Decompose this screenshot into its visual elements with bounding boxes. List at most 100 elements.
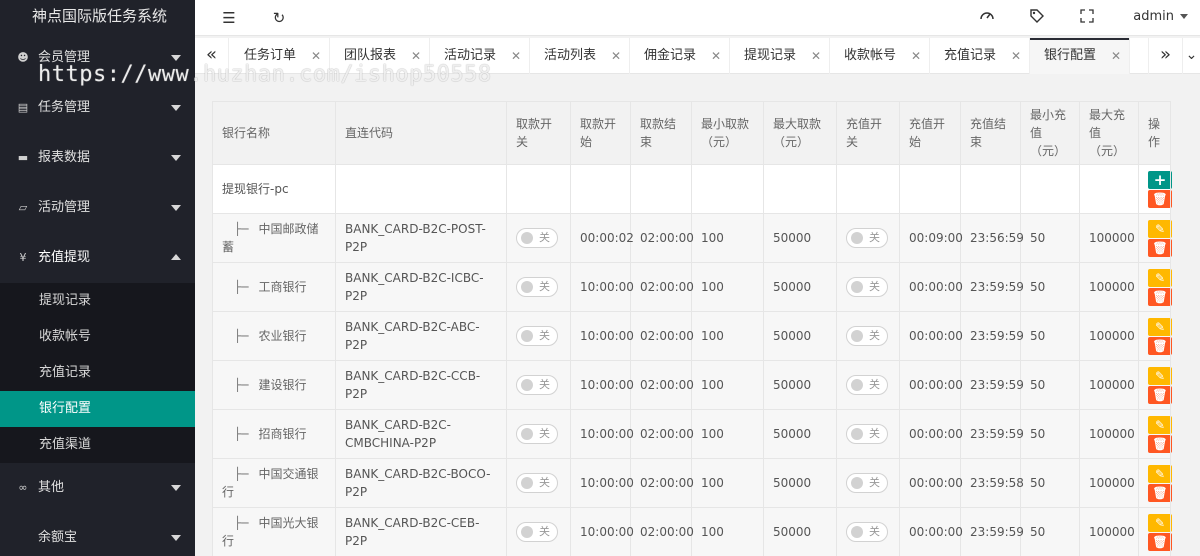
withdraw-end: 02:00:00 bbox=[630, 262, 694, 312]
delete-button[interactable]: 🗑 bbox=[1148, 385, 1172, 404]
actions-cell: ✎ 🗑 bbox=[1138, 213, 1172, 263]
table-row: ├─ 中国光大银行 BANK_CARD-B2C-CEB-P2P 关 10:00:00 02… bbox=[212, 507, 1172, 556]
withdraw-toggle[interactable]: 关 bbox=[516, 522, 558, 542]
tab-bank-config[interactable]: 银行配置 ✕ bbox=[1030, 38, 1130, 74]
toggle-label: 关 bbox=[869, 378, 880, 391]
chevron-down-icon bbox=[171, 535, 181, 541]
bank-name-cell: ├─ 中国邮政储蓄 bbox=[212, 213, 336, 263]
column-header: 充值开关 bbox=[836, 101, 900, 165]
sidebar-subitem-bank-config[interactable]: 银行配置 bbox=[0, 391, 195, 427]
close-icon[interactable]: ✕ bbox=[711, 38, 721, 74]
close-icon[interactable]: ✕ bbox=[1011, 38, 1021, 74]
withdraw-toggle[interactable]: 关 bbox=[516, 473, 558, 493]
delete-button[interactable]: 🗑 bbox=[1148, 434, 1172, 453]
chevron-down-icon bbox=[1180, 14, 1188, 19]
refresh-icon[interactable]: ↻ bbox=[269, 8, 289, 28]
recharge-end: 23:59:59 bbox=[960, 507, 1024, 556]
theme-icon[interactable] bbox=[977, 8, 997, 28]
delete-button[interactable]: 🗑 bbox=[1148, 189, 1172, 208]
recharge-min: 50 bbox=[1020, 311, 1080, 361]
toggle-label: 关 bbox=[539, 280, 550, 293]
bank-code: BANK_CARD-B2C-BOCO-P2P bbox=[335, 458, 507, 508]
close-icon[interactable]: ✕ bbox=[811, 38, 821, 74]
edit-button[interactable]: ✎ bbox=[1148, 219, 1172, 238]
edit-button[interactable]: ✎ bbox=[1148, 366, 1172, 385]
recharge-toggle[interactable]: 关 bbox=[846, 375, 888, 395]
withdraw-toggle[interactable]: 关 bbox=[516, 326, 558, 346]
withdraw-toggle[interactable]: 关 bbox=[516, 424, 558, 444]
tab-label: 任务订单 bbox=[244, 48, 297, 63]
tab-label: 活动记录 bbox=[444, 48, 497, 63]
toggle-knob bbox=[521, 526, 533, 538]
sidebar-item-other[interactable]: ∞ 其他 bbox=[0, 463, 195, 513]
tab-scroll-right-icon[interactable]: » bbox=[1148, 38, 1182, 74]
sidebar-item-yuebao[interactable]: 余额宝 bbox=[0, 513, 195, 556]
delete-button[interactable]: 🗑 bbox=[1148, 483, 1172, 502]
withdraw-toggle[interactable]: 关 bbox=[516, 277, 558, 297]
withdraw-switch-cell: 关 bbox=[506, 507, 571, 556]
column-header: 最小取款（元） bbox=[691, 101, 764, 165]
tab-recharge-records[interactable]: 充值记录 ✕ bbox=[930, 38, 1030, 74]
withdraw-toggle[interactable]: 关 bbox=[516, 228, 558, 248]
tab-commission-records[interactable]: 佣金记录 ✕ bbox=[630, 38, 730, 74]
report-icon: ▬ bbox=[17, 151, 29, 164]
add-button[interactable]: + bbox=[1148, 170, 1172, 189]
recharge-toggle[interactable]: 关 bbox=[846, 277, 888, 297]
menu-toggle-icon[interactable]: ☰ bbox=[219, 8, 239, 28]
top-header: ☰ ↻ admin bbox=[195, 0, 1200, 36]
tab-label: 收款帐号 bbox=[844, 48, 897, 63]
close-icon[interactable]: ✕ bbox=[1111, 38, 1121, 74]
delete-button[interactable]: 🗑 bbox=[1148, 336, 1172, 355]
delete-button[interactable]: 🗑 bbox=[1148, 238, 1172, 257]
recharge-toggle[interactable]: 关 bbox=[846, 473, 888, 493]
tab-receiving-accounts[interactable]: 收款帐号 ✕ bbox=[830, 38, 930, 74]
edit-button[interactable]: ✎ bbox=[1148, 513, 1172, 532]
sidebar-subitem-receiving-accounts[interactable]: 收款帐号 bbox=[0, 319, 195, 355]
column-header: 取款开始 bbox=[570, 101, 631, 165]
sidebar-item-activities[interactable]: ▱ 活动管理 bbox=[0, 183, 195, 233]
column-header: 取款结束 bbox=[630, 101, 692, 165]
actions-cell: ✎ 🗑 bbox=[1138, 458, 1172, 508]
tab-activity-list[interactable]: 活动列表 ✕ bbox=[530, 38, 630, 74]
fullscreen-icon[interactable] bbox=[1077, 8, 1097, 28]
tab-label: 银行配置 bbox=[1044, 48, 1097, 63]
actions-cell: ✎ 🗑 bbox=[1138, 311, 1172, 361]
recharge-toggle[interactable]: 关 bbox=[846, 228, 888, 248]
withdraw-toggle[interactable]: 关 bbox=[516, 375, 558, 395]
recharge-toggle[interactable]: 关 bbox=[846, 424, 888, 444]
infinity-icon: ∞ bbox=[18, 481, 28, 494]
close-icon[interactable]: ✕ bbox=[511, 38, 521, 74]
edit-button[interactable]: ✎ bbox=[1148, 464, 1172, 483]
delete-button[interactable]: 🗑 bbox=[1148, 532, 1172, 551]
tree-branch-icon: ├─ bbox=[234, 427, 249, 441]
sidebar-subitem-recharge-records[interactable]: 充值记录 bbox=[0, 355, 195, 391]
bank-code: BANK_CARD-B2C-CCB-P2P bbox=[335, 360, 507, 410]
tree-branch-icon: ├─ bbox=[234, 467, 249, 481]
user-menu[interactable]: admin bbox=[1133, 0, 1188, 34]
tab-more-icon[interactable]: ⌄ bbox=[1182, 38, 1200, 74]
actions-cell: ✎ 🗑 bbox=[1138, 360, 1172, 410]
tag-icon[interactable] bbox=[1027, 8, 1047, 28]
sidebar-subitem-withdraw-records[interactable]: 提现记录 bbox=[0, 283, 195, 319]
sidebar-item-label: 活动管理 bbox=[38, 200, 91, 215]
sidebar-item-recharge[interactable]: ¥ 充值提现 bbox=[0, 233, 195, 283]
chevron-down-icon bbox=[171, 55, 181, 61]
column-header: 充值开始 bbox=[899, 101, 961, 165]
sidebar-item-tasks[interactable]: ▤ 任务管理 bbox=[0, 83, 195, 133]
close-icon[interactable]: ✕ bbox=[611, 38, 621, 74]
recharge-toggle[interactable]: 关 bbox=[846, 326, 888, 346]
tab-withdraw-records[interactable]: 提现记录 ✕ bbox=[730, 38, 830, 74]
close-icon[interactable]: ✕ bbox=[911, 38, 921, 74]
column-header: 最小充值（元） bbox=[1020, 101, 1080, 165]
edit-button[interactable]: ✎ bbox=[1148, 268, 1172, 287]
edit-button[interactable]: ✎ bbox=[1148, 415, 1172, 434]
withdraw-end: 02:00:00 bbox=[630, 360, 694, 410]
edit-button[interactable]: ✎ bbox=[1148, 317, 1172, 336]
delete-button[interactable]: 🗑 bbox=[1148, 287, 1172, 306]
withdraw-switch-cell: 关 bbox=[506, 311, 571, 361]
sidebar-item-reports[interactable]: ▬ 报表数据 bbox=[0, 133, 195, 183]
tree-branch-icon: ├─ bbox=[234, 222, 249, 236]
recharge-toggle[interactable]: 关 bbox=[846, 522, 888, 542]
sidebar-subitem-recharge-channels[interactable]: 充值渠道 bbox=[0, 427, 195, 463]
column-header: 操作 bbox=[1138, 101, 1171, 165]
